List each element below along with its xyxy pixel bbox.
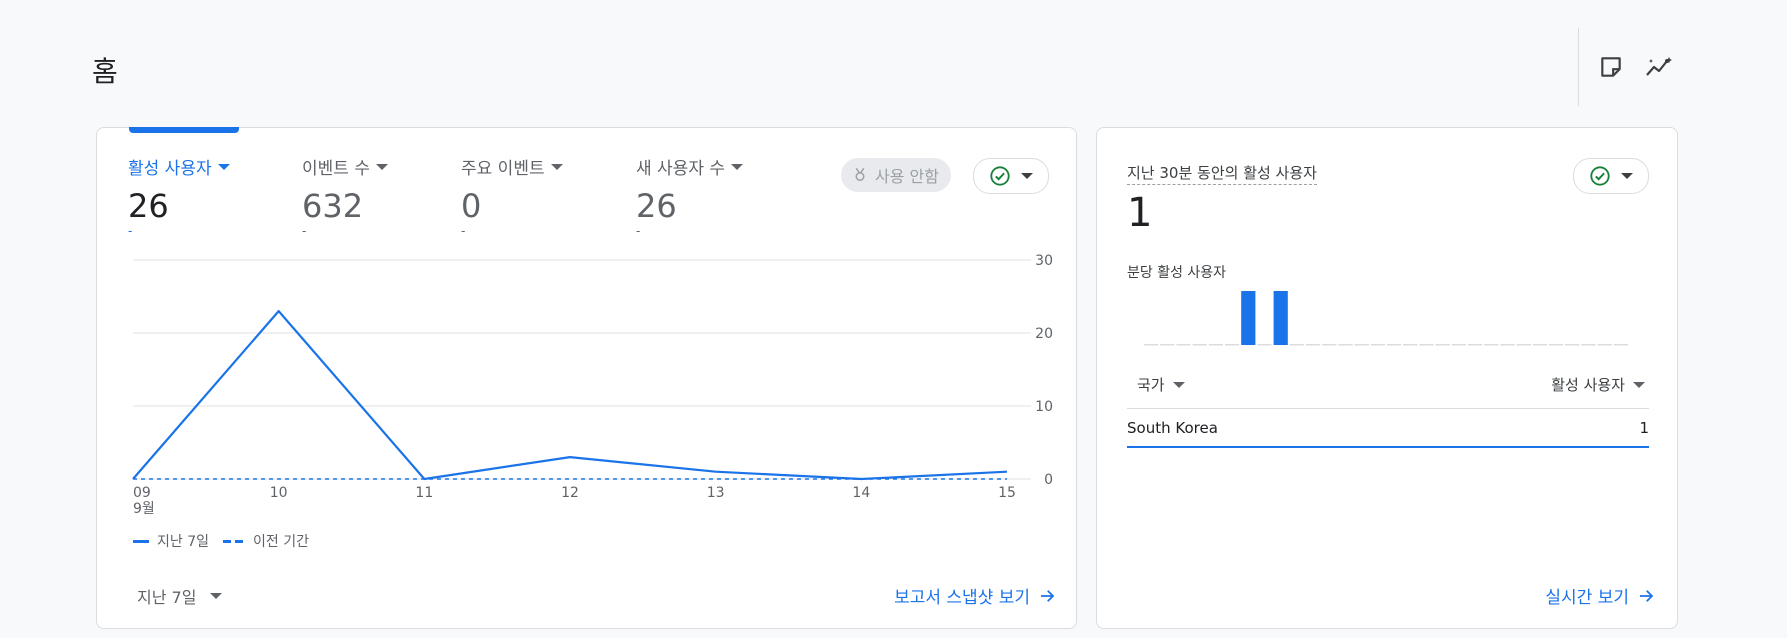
- minute-bar: [1225, 344, 1240, 346]
- minute-bar: [1160, 344, 1175, 346]
- x-tick-label: 15: [998, 485, 1016, 501]
- minute-bar: [1257, 344, 1272, 346]
- minute-bar: [1370, 344, 1385, 346]
- view-realtime-link[interactable]: 실시간 보기: [1545, 583, 1655, 608]
- minute-bar: [1419, 344, 1434, 346]
- country-cell: South Korea: [1127, 419, 1218, 437]
- x-tick-label: 14: [852, 485, 870, 501]
- legend-label: 이전 기간: [253, 534, 309, 550]
- minute-bar: [1273, 291, 1288, 345]
- x-tick-label: 12: [561, 485, 579, 501]
- minute-bar: [1208, 344, 1223, 346]
- per-minute-bar-chart: [1144, 291, 1628, 346]
- active-users-column-header[interactable]: 활성 사용자: [1551, 374, 1645, 395]
- minute-bar: [1549, 344, 1564, 346]
- legend-dashed-swatch: [223, 539, 245, 543]
- minute-bar: [1484, 344, 1499, 346]
- series-line-current: [132, 310, 1008, 481]
- minute-bar: [1289, 344, 1304, 346]
- x-month-label: 9월: [133, 501, 155, 517]
- value-cell: 1: [1639, 419, 1649, 437]
- caret-down-icon: [1633, 381, 1645, 388]
- minute-bar: [1144, 344, 1159, 346]
- minute-bar: [1468, 344, 1483, 346]
- minute-bar: [1354, 344, 1369, 346]
- arrow-right-icon: [1640, 589, 1654, 602]
- country-column-header[interactable]: 국가: [1137, 374, 1185, 395]
- line-chart: 30 20 10 0 09 10 11 12 13 14 15 9월: [132, 253, 1053, 517]
- minute-bar: [1306, 344, 1321, 346]
- caret-down-icon: [210, 593, 223, 599]
- minute-bar: [1597, 344, 1612, 346]
- chart-legend: 지난 7일 이전 기간: [133, 531, 309, 551]
- y-tick-label: 30: [1035, 253, 1053, 269]
- arrow-right-icon: [1041, 589, 1055, 602]
- page-title: 홈: [92, 55, 118, 88]
- view-realtime-label: 실시간 보기: [1545, 588, 1629, 608]
- date-range-dropdown[interactable]: 지난 7일: [137, 584, 223, 608]
- y-tick-label: 0: [1044, 472, 1053, 488]
- minute-bar: [1387, 344, 1402, 346]
- legend-solid-swatch: [133, 539, 149, 543]
- minute-bar: [1516, 344, 1531, 346]
- realtime-card: 지난 30분 동안의 활성 사용자 1 분당 활성 사용자 국가 활성 사용자 …: [1096, 127, 1678, 629]
- table-divider: [1127, 408, 1649, 409]
- minute-bar: [1565, 344, 1580, 346]
- minute-bar: [1451, 344, 1466, 346]
- minute-bar: [1532, 344, 1547, 346]
- column-label: 국가: [1137, 376, 1165, 394]
- overview-card: 활성 사용자 26 - 이벤트 수 632 - 주요 이벤트 0 - 새 사용자…: [96, 127, 1077, 629]
- x-tick-label: 10: [270, 485, 288, 501]
- minute-bar: [1322, 344, 1337, 346]
- insights-icon[interactable]: [1644, 51, 1676, 83]
- x-tick-label: 13: [707, 485, 725, 501]
- x-tick-label: 09: [133, 485, 151, 501]
- x-tick-label: 11: [415, 485, 433, 501]
- legend-label: 지난 7일: [157, 534, 209, 550]
- minute-bar: [1613, 344, 1628, 346]
- note-icon[interactable]: [1595, 51, 1627, 83]
- view-snapshot-link[interactable]: 보고서 스냅샷 보기: [894, 583, 1056, 608]
- minute-bar: [1500, 344, 1515, 346]
- minute-bar: [1176, 344, 1191, 346]
- minute-bar: [1403, 344, 1418, 346]
- caret-down-icon: [1172, 381, 1185, 388]
- minute-bar: [1435, 344, 1450, 346]
- column-label: 활성 사용자: [1551, 376, 1625, 394]
- y-tick-label: 10: [1035, 399, 1053, 415]
- minute-bar: [1338, 344, 1353, 346]
- minute-bar: [1192, 344, 1207, 346]
- header-divider: [1578, 28, 1579, 106]
- minute-bar: [1581, 344, 1596, 346]
- date-range-label: 지난 7일: [137, 588, 197, 607]
- minute-bar: [1241, 291, 1256, 345]
- table-row[interactable]: South Korea 1: [1127, 410, 1649, 448]
- view-snapshot-label: 보고서 스냅샷 보기: [894, 588, 1030, 608]
- y-tick-label: 20: [1035, 326, 1053, 342]
